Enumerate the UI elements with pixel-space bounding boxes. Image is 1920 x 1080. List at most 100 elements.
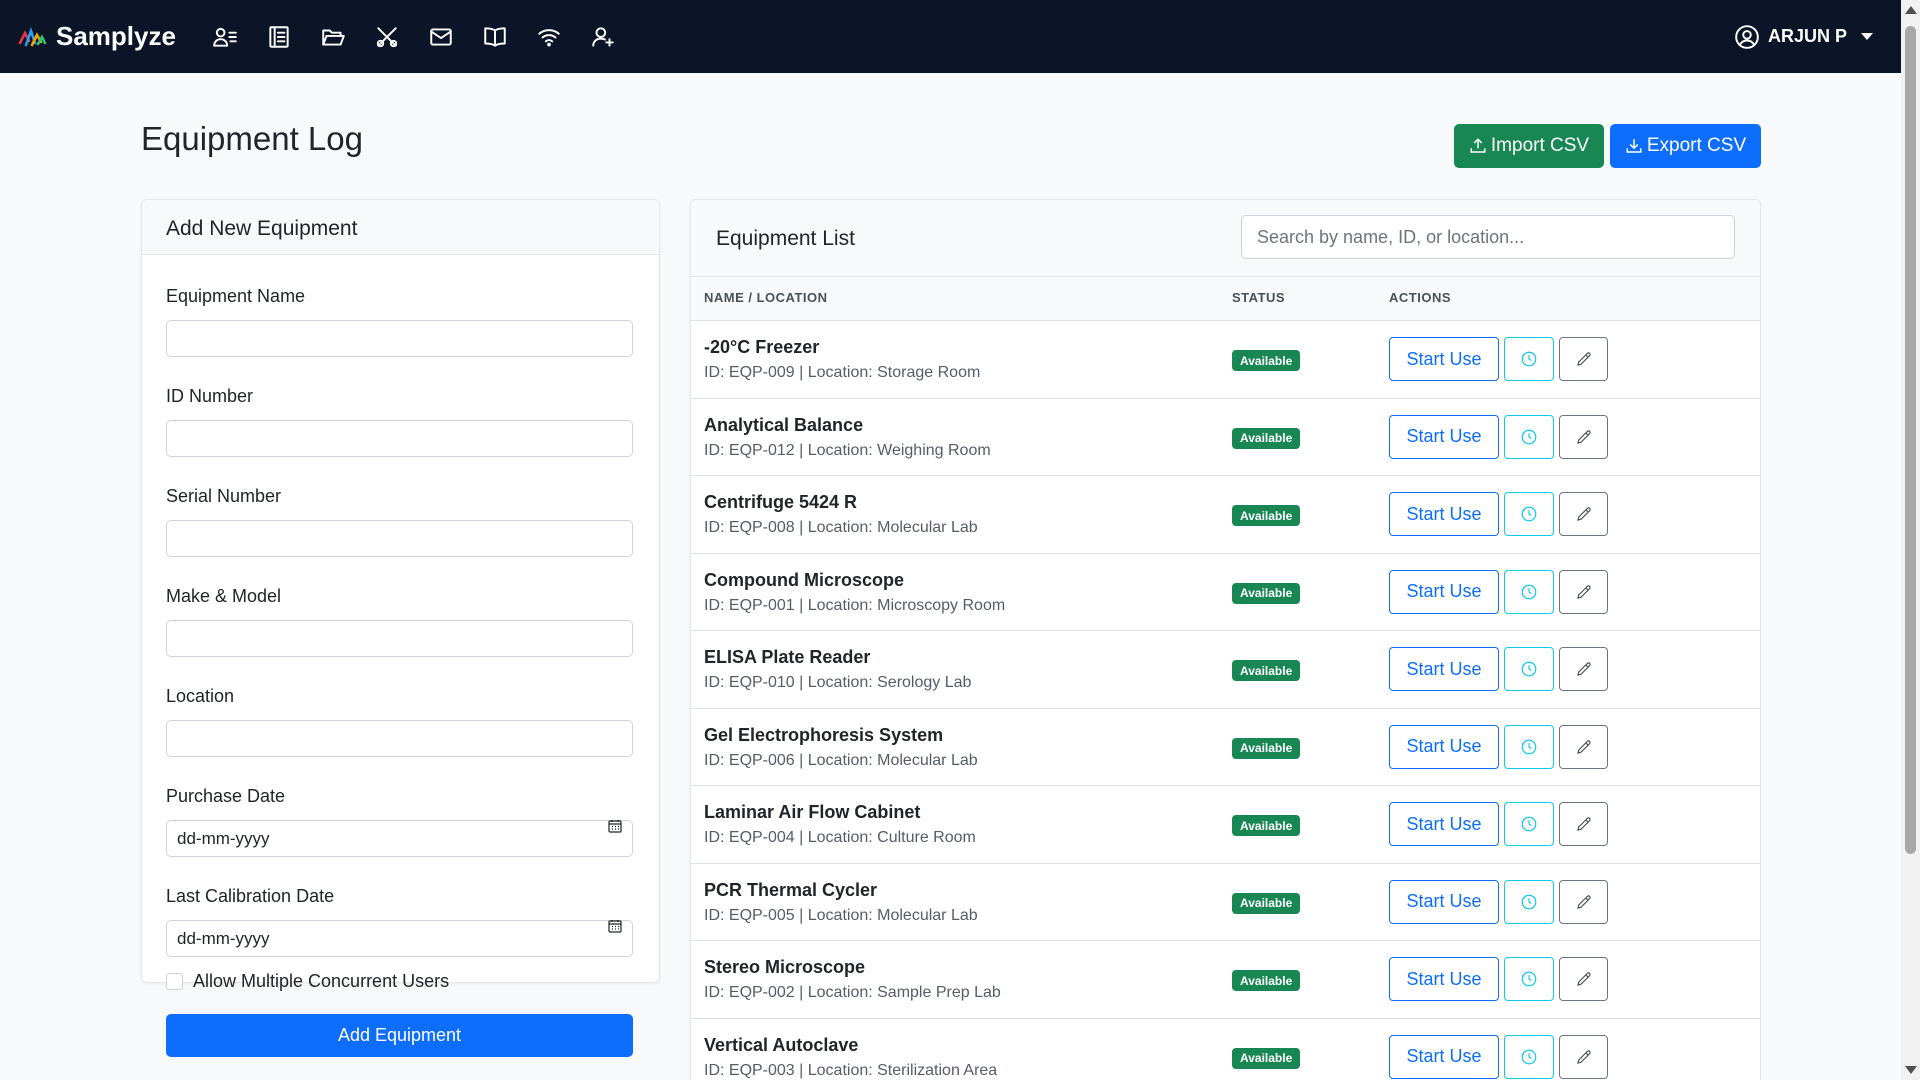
user-name: ARJUN P [1767,26,1847,46]
equipment-list-title: Equipment List [716,227,855,250]
edit-button[interactable] [1559,414,1608,459]
start-use-button[interactable]: Start Use [1389,492,1499,536]
edit-button[interactable] [1559,492,1608,536]
users-list-icon[interactable] [198,17,252,57]
start-use-button[interactable]: Start Use [1389,647,1499,691]
table-row: ELISA Plate Reader ID: EQP-010 | Location… [691,631,1760,709]
equipment-name: Laminar Air Flow Cabinet [704,802,921,822]
start-use-button[interactable]: Start Use [1389,802,1499,846]
equipment-list-header: Equipment List [691,200,1760,277]
table-row: Gel Electrophoresis System ID: EQP-006 | … [691,708,1760,786]
status-badge: Available [1232,427,1301,449]
calibration-date-input[interactable] [166,920,633,957]
column-name-location: NAME / LOCATION [704,290,828,305]
start-use-button[interactable]: Start Use [1389,414,1499,459]
clock-icon [1521,429,1537,444]
history-button[interactable] [1504,802,1554,846]
calendar-icon[interactable] [607,918,623,934]
user-plus-icon[interactable] [576,17,630,57]
purchase-date-input[interactable] [166,820,633,857]
book-icon[interactable] [468,17,522,57]
scrollbar-thumb[interactable] [1905,26,1916,854]
edit-button[interactable] [1559,569,1608,614]
pencil-icon [1576,662,1591,676]
equipment-meta: ID: EQP-009 | Location: Storage Room [704,364,981,381]
brand-name: Samplyze [56,21,176,51]
location-label: Location [166,686,235,706]
edit-button[interactable] [1559,802,1608,846]
table-row: Analytical Balance ID: EQP-012 | Location… [691,398,1760,476]
table-row: Compound Microscope ID: EQP-001 | Locatio… [691,553,1760,631]
folder-open-icon[interactable] [306,17,360,57]
equipment-name: Compound Microscope [704,569,905,590]
edit-button[interactable] [1559,724,1608,769]
pencil-icon [1576,894,1591,909]
clock-icon [1521,661,1537,677]
add-equipment-button[interactable]: Add Equipment [166,1014,633,1057]
equipment-name-input[interactable] [166,320,633,357]
edit-button[interactable] [1559,337,1608,381]
history-button[interactable] [1504,492,1554,536]
history-button[interactable] [1504,414,1554,459]
make-model-label: Make & Model [166,586,282,606]
serial-number-input[interactable] [166,520,633,557]
notebook-icon[interactable] [252,17,306,57]
edit-button[interactable] [1559,1034,1608,1079]
purchase-date-label: Purchase Date [166,786,286,806]
column-status: STATUS [1232,290,1286,305]
status-badge: Available [1232,505,1301,526]
pencil-icon [1576,352,1591,366]
id-number-input[interactable] [166,420,633,457]
table-header: NAME / LOCATION STATUS ACTIONS [691,277,1760,321]
tools-icon[interactable] [360,17,414,57]
start-use-button[interactable]: Start Use [1389,957,1499,1001]
history-button[interactable] [1504,879,1554,924]
export-csv-button[interactable]: Export CSV [1610,124,1761,168]
calendar-icon[interactable] [607,818,623,834]
chevron-down-icon [1861,33,1873,40]
history-button[interactable] [1504,337,1554,381]
start-use-button[interactable]: Start Use [1389,879,1499,924]
table-row: -20°C Freezer ID: EQP-009 | Location: Sto… [691,321,1760,399]
status-badge: Available [1232,350,1301,371]
download-icon [1626,139,1642,153]
edit-button[interactable] [1559,647,1608,691]
edit-button[interactable] [1559,879,1608,924]
start-use-button[interactable]: Start Use [1389,1034,1499,1079]
import-csv-button[interactable]: Import CSV [1454,124,1604,168]
equipment-name: Stereo Microscope [704,957,866,977]
edit-button[interactable] [1559,957,1608,1001]
history-button[interactable] [1504,569,1554,614]
start-use-button[interactable]: Start Use [1389,337,1499,381]
history-button[interactable] [1504,647,1554,691]
user-menu[interactable]: ARJUN P [1734,0,1873,73]
table-row: Stereo Microscope ID: EQP-002 | Location:… [691,941,1760,1019]
equipment-name: Vertical Autoclave [704,1034,859,1055]
wifi-icon[interactable] [522,17,576,57]
status-badge: Available [1232,815,1301,836]
start-use-button[interactable]: Start Use [1389,569,1499,614]
clock-icon [1521,816,1537,832]
location-input[interactable] [166,720,633,757]
search-input[interactable] [1241,215,1735,259]
table-row: Vertical Autoclave ID: EQP-003 | Location… [691,1018,1760,1080]
history-button[interactable] [1504,724,1554,769]
concurrent-users-checkbox[interactable] [166,973,183,990]
status-badge: Available [1232,970,1301,991]
history-button[interactable] [1504,1034,1554,1079]
envelope-icon[interactable] [414,17,468,57]
clock-icon [1521,506,1537,522]
status-badge: Available [1232,660,1301,681]
equipment-meta: ID: EQP-003 | Location: Sterilization Ar… [704,1061,998,1079]
brand[interactable]: Samplyze [18,21,176,52]
history-button[interactable] [1504,957,1554,1001]
scroll-up-arrow-icon[interactable] [1905,6,1917,14]
nav-icon-bar [198,17,630,57]
scroll-down-arrow-icon[interactable] [1905,1066,1917,1074]
start-use-button[interactable]: Start Use [1389,724,1499,769]
upload-icon [1470,138,1486,153]
make-model-input[interactable] [166,620,633,657]
page-scrollbar[interactable] [1901,0,1920,1080]
table-row: Centrifuge 5424 R ID: EQP-008 | Location:… [691,476,1760,554]
clock-icon [1521,971,1537,987]
